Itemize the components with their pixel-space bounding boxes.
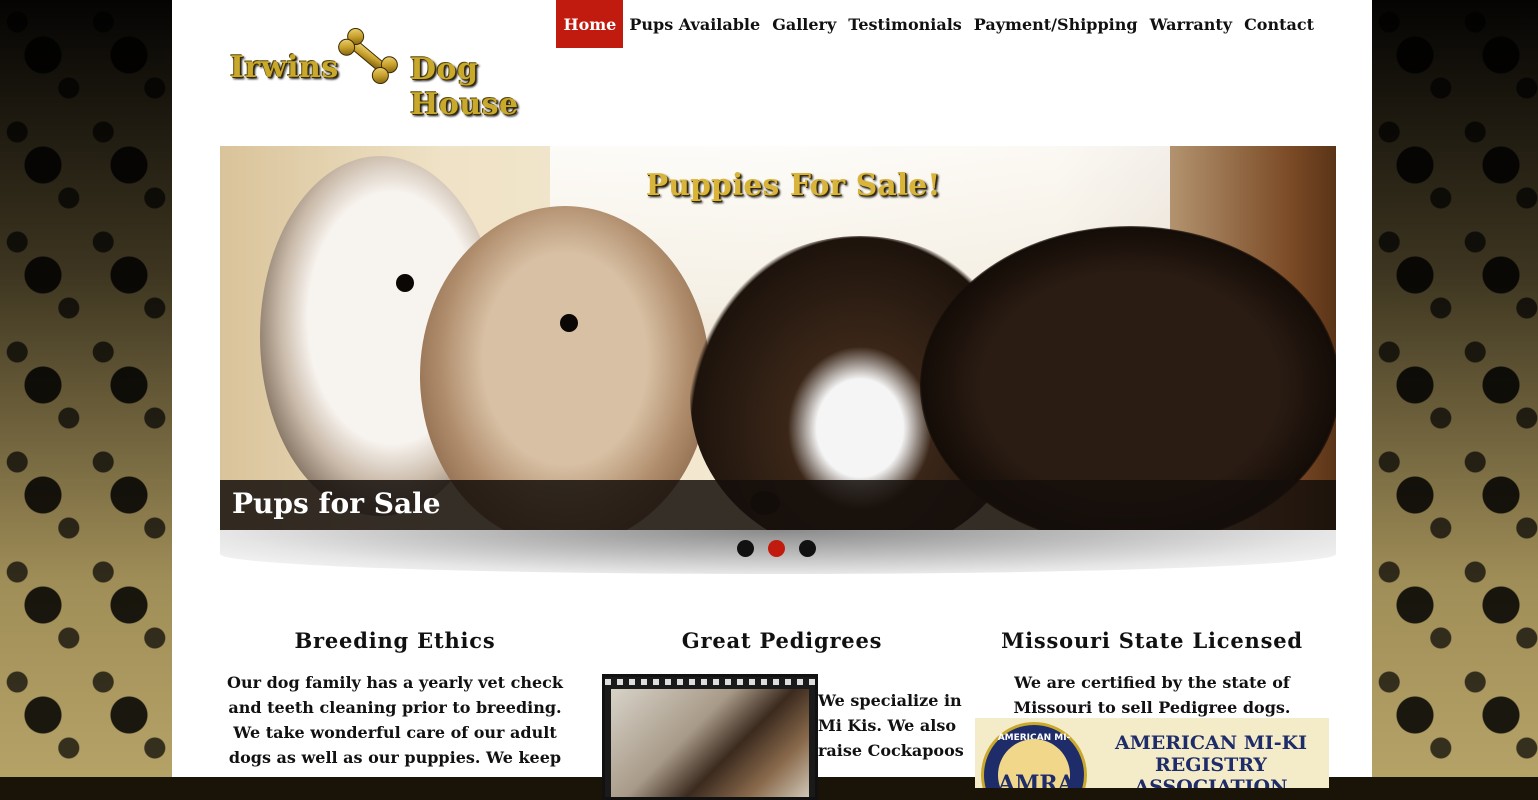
nav-pups-available[interactable]: Pups Available bbox=[623, 0, 766, 48]
logo-word-dog-house: Dog House bbox=[410, 52, 519, 122]
damask-background-left bbox=[0, 0, 172, 777]
bone-icon bbox=[338, 27, 398, 85]
puppy-nose-2 bbox=[560, 314, 578, 332]
registry-name-line2: REGISTRY ASSOCIATION bbox=[1134, 754, 1288, 788]
feature-breeding-ethics: Breeding Ethics Our dog family has a yea… bbox=[220, 628, 570, 767]
nav-gallery[interactable]: Gallery bbox=[766, 0, 842, 48]
puppies-filmstrip-image[interactable] bbox=[602, 674, 818, 800]
nav-payment-shipping[interactable]: Payment/Shipping bbox=[968, 0, 1144, 48]
nav-home[interactable]: Home bbox=[556, 0, 624, 48]
puppy-nose-1 bbox=[396, 274, 414, 292]
registry-name-line1: AMERICAN MI-KI bbox=[1115, 732, 1307, 754]
slider-dot-2[interactable] bbox=[768, 540, 785, 557]
nav-testimonials[interactable]: Testimonials bbox=[842, 0, 968, 48]
feature-text: We are certified by the state of Missour… bbox=[1013, 673, 1291, 717]
slide-overlay-title: Puppies For Sale! bbox=[645, 168, 941, 203]
damask-background-right bbox=[1372, 0, 1538, 777]
seal-center-text: AMRA bbox=[998, 771, 1075, 788]
feature-missouri-licensed: Missouri State Licensed We are certified… bbox=[982, 628, 1322, 717]
filmstrip-holes bbox=[605, 679, 815, 685]
page-container: Irwins Dog House Home Pups Available Gal… bbox=[172, 0, 1372, 800]
feature-text: We specialize in Mi Kis. We also raise C… bbox=[818, 691, 964, 760]
amra-registry-badge[interactable]: AMERICAN MI-KI AMRA AMERICAN MI-KI REGIS… bbox=[975, 718, 1329, 788]
puppies-photo bbox=[611, 689, 809, 797]
feature-heading: Missouri State Licensed bbox=[1001, 628, 1303, 653]
slider-dot-3[interactable] bbox=[799, 540, 816, 557]
amra-seal-logo: AMERICAN MI-KI AMRA bbox=[981, 722, 1087, 788]
nav-warranty[interactable]: Warranty bbox=[1144, 0, 1239, 48]
feature-heading: Great Pedigrees bbox=[681, 628, 883, 653]
site-logo[interactable]: Irwins Dog House bbox=[224, 20, 596, 122]
logo-word-irwins: Irwins bbox=[230, 50, 339, 85]
main-nav: Home Pups Available Gallery Testimonials… bbox=[556, 0, 1320, 48]
nav-contact[interactable]: Contact bbox=[1238, 0, 1320, 48]
slide-caption-bar: Pups for Sale bbox=[220, 480, 1336, 530]
registry-name: AMERICAN MI-KI REGISTRY ASSOCIATION bbox=[1093, 732, 1329, 788]
slider-dot-1[interactable] bbox=[737, 540, 754, 557]
slide-caption: Pups for Sale bbox=[232, 487, 441, 520]
slider-pagination bbox=[737, 540, 816, 557]
feature-text: Our dog family has a yearly vet check an… bbox=[227, 673, 563, 767]
feature-great-pedigrees: Great Pedigrees We specialize in Mi Kis.… bbox=[602, 628, 964, 800]
hero-slider[interactable]: Puppies For Sale! Pups for Sale bbox=[220, 146, 1336, 530]
feature-heading: Breeding Ethics bbox=[294, 628, 496, 653]
